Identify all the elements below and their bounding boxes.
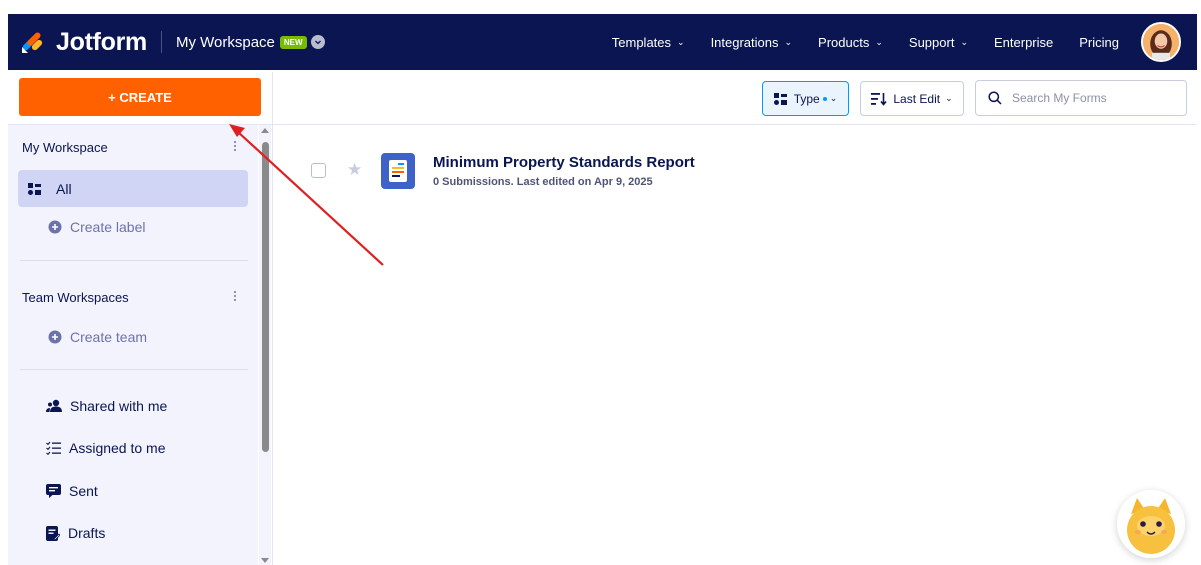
top-nav: Jotform My Workspace NEW Templates ⌄ Inte… bbox=[8, 14, 1197, 70]
my-workspace-menu-icon[interactable] bbox=[234, 139, 238, 153]
form-title[interactable]: Minimum Property Standards Report bbox=[433, 154, 695, 171]
create-team-button[interactable]: Create team bbox=[48, 329, 147, 345]
nav-integrations-label: Integrations bbox=[710, 34, 779, 50]
sort-icon bbox=[871, 92, 887, 106]
nav-divider bbox=[160, 31, 162, 53]
team-workspaces-heading: Team Workspaces bbox=[22, 290, 129, 305]
ai-assistant-avatar[interactable] bbox=[1117, 490, 1185, 558]
nav-integrations[interactable]: Integrations ⌄ bbox=[711, 35, 792, 50]
search-icon bbox=[988, 91, 1002, 105]
chevron-down-icon: ⌄ bbox=[945, 93, 953, 103]
jotform-logo[interactable]: Jotform bbox=[20, 28, 147, 57]
scroll-down-arrow-icon[interactable] bbox=[261, 558, 269, 563]
sidebar-item-shared[interactable]: Shared with me bbox=[46, 398, 167, 414]
sidebar-item-drafts[interactable]: Drafts bbox=[46, 525, 105, 541]
chevron-down-icon: ⌄ bbox=[677, 36, 685, 47]
nav-pricing[interactable]: Pricing bbox=[1079, 35, 1119, 50]
sort-label: Last Edit bbox=[893, 91, 941, 106]
type-filter-button[interactable]: Type ⌄ bbox=[762, 81, 849, 116]
sidebar-item-sent-label: Sent bbox=[69, 483, 98, 499]
chevron-down-icon: ⌄ bbox=[875, 36, 883, 47]
chevron-down-icon bbox=[310, 35, 325, 49]
create-button[interactable]: + CREATE bbox=[19, 78, 261, 116]
brand-name: Jotform bbox=[56, 27, 147, 56]
sidebar-item-assigned-label: Assigned to me bbox=[69, 440, 166, 456]
nav-links: Templates ⌄ Integrations ⌄ Products ⌄ Suppo… bbox=[612, 14, 1197, 70]
create-label-button[interactable]: Create label bbox=[48, 219, 146, 235]
chevron-down-icon: ⌄ bbox=[960, 36, 968, 47]
search-input[interactable] bbox=[1012, 91, 1172, 105]
jotform-logo-icon bbox=[22, 32, 43, 53]
sidebar-item-all-label: All bbox=[56, 180, 72, 197]
nav-support-label: Support bbox=[908, 34, 955, 50]
filter-active-dot bbox=[822, 96, 827, 101]
plus-circle-icon bbox=[48, 220, 62, 234]
drafts-icon bbox=[46, 525, 60, 541]
sidebar-scrollbar-thumb[interactable] bbox=[262, 142, 269, 452]
sort-button[interactable]: Last Edit ⌄ bbox=[860, 81, 964, 116]
sidebar-divider bbox=[20, 260, 248, 261]
create-team-text: Create team bbox=[70, 329, 148, 345]
sidebar-item-all[interactable]: All bbox=[18, 170, 248, 207]
star-icon[interactable]: ★ bbox=[347, 160, 362, 180]
chevron-down-icon: ⌄ bbox=[829, 93, 838, 103]
nav-products[interactable]: Products ⌄ bbox=[818, 35, 883, 50]
chevron-down-icon: ⌄ bbox=[784, 36, 793, 47]
nav-enterprise[interactable]: Enterprise bbox=[994, 35, 1053, 50]
sidebar: My Workspace All Create label Team Works… bbox=[8, 125, 258, 565]
nav-products-label: Products bbox=[818, 34, 870, 50]
nav-pricing-label: Pricing bbox=[1079, 34, 1119, 50]
create-label-text: Create label bbox=[70, 219, 146, 235]
form-icon bbox=[381, 153, 415, 189]
sidebar-item-shared-label: Shared with me bbox=[70, 398, 168, 414]
sent-message-icon bbox=[46, 484, 61, 498]
workspace-selector[interactable]: My Workspace NEW bbox=[176, 34, 325, 51]
sidebar-divider bbox=[20, 369, 248, 370]
type-grid-icon bbox=[773, 92, 787, 105]
nav-templates-label: Templates bbox=[611, 34, 672, 50]
nav-enterprise-label: Enterprise bbox=[994, 34, 1054, 50]
form-select-checkbox[interactable] bbox=[311, 163, 326, 178]
nav-support[interactable]: Support ⌄ bbox=[909, 35, 968, 50]
form-meta: 0 Submissions. Last edited on Apr 9, 202… bbox=[433, 176, 653, 188]
sidebar-item-drafts-label: Drafts bbox=[68, 525, 106, 541]
search-box bbox=[975, 80, 1187, 116]
nav-templates[interactable]: Templates ⌄ bbox=[612, 35, 685, 50]
content-divider bbox=[272, 72, 273, 565]
type-filter-label: Type bbox=[793, 91, 820, 106]
all-forms-icon bbox=[28, 182, 41, 195]
scroll-up-arrow-icon[interactable] bbox=[261, 128, 269, 133]
plus-circle-icon bbox=[48, 330, 62, 344]
user-avatar[interactable] bbox=[1141, 22, 1181, 62]
new-badge: NEW bbox=[279, 35, 307, 49]
my-workspace-heading: My Workspace bbox=[22, 140, 108, 155]
shared-users-icon bbox=[46, 399, 62, 412]
sidebar-item-sent[interactable]: Sent bbox=[46, 483, 98, 499]
team-workspaces-menu-icon[interactable] bbox=[234, 289, 238, 303]
sidebar-item-assigned[interactable]: Assigned to me bbox=[46, 440, 166, 456]
form-list-item[interactable]: ★ Minimum Property Standards Report 0 Su… bbox=[300, 148, 1180, 198]
workspace-name: My Workspace bbox=[175, 33, 275, 51]
assigned-list-icon bbox=[46, 441, 61, 455]
